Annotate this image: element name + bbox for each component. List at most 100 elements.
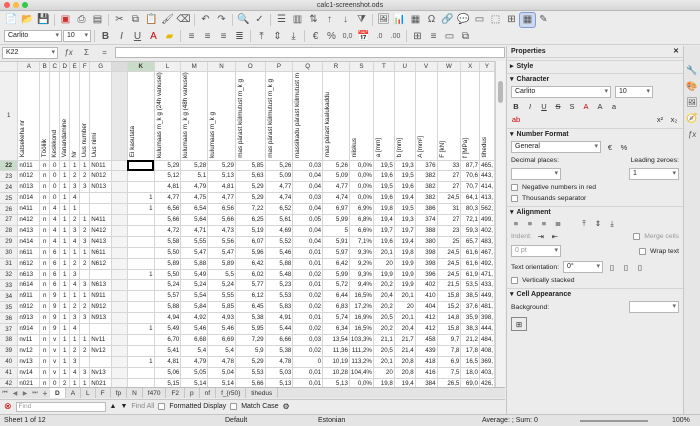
cell[interactable]: 19,5 <box>373 181 395 194</box>
first-sheet-icon[interactable]: ⏮ <box>0 388 10 398</box>
row-header[interactable]: 1 <box>0 71 19 161</box>
cell[interactable]: 1 <box>59 323 71 335</box>
align-middle-icon[interactable]: ⇕ <box>270 29 285 43</box>
cell[interactable]: 410 <box>415 290 438 303</box>
cell[interactable]: 4,77 <box>154 192 182 205</box>
row-header[interactable]: 31 <box>0 258 19 270</box>
header-cell[interactable]: b [mm] <box>394 71 416 161</box>
cell[interactable]: 19,3 <box>394 160 416 172</box>
cell[interactable]: 1 <box>59 160 71 172</box>
cell[interactable]: 404 <box>415 301 438 314</box>
cell[interactable]: 19,8 <box>394 247 416 259</box>
sheet-tab[interactable]: F2 <box>166 388 186 398</box>
cell[interactable]: 374 <box>415 214 438 226</box>
cell[interactable]: nv11 <box>17 334 41 346</box>
header-cell[interactable]: Keskkond <box>49 71 61 161</box>
cell[interactable]: 5,28 <box>180 160 209 172</box>
cell[interactable]: 382 <box>415 181 438 194</box>
cell[interactable]: 2 <box>79 225 91 237</box>
cell[interactable]: 0,05 <box>292 214 324 226</box>
superscript-icon[interactable]: x² <box>655 115 665 124</box>
cell[interactable]: 9,7 <box>437 334 462 346</box>
sidebar-strikethrough-icon[interactable]: S <box>553 102 563 111</box>
print-icon[interactable]: ⎙ <box>74 13 89 27</box>
cell[interactable]: n611 <box>17 247 41 259</box>
sheet-tab[interactable]: fp <box>111 388 128 398</box>
sheet-tab[interactable]: A <box>66 388 82 398</box>
cell[interactable]: n <box>39 236 51 248</box>
cell[interactable]: 1 <box>59 203 71 216</box>
cell[interactable]: 458 <box>415 334 438 346</box>
cell[interactable] <box>89 269 113 281</box>
cell[interactable]: 9 <box>49 323 61 335</box>
cell[interactable]: 19,7 <box>373 225 395 237</box>
cell[interactable] <box>127 290 155 303</box>
column-header[interactable]: B <box>39 62 51 72</box>
cell[interactable] <box>127 312 155 325</box>
gallery-deck-icon[interactable]: 🖼 <box>686 96 698 108</box>
column-header[interactable]: E <box>69 62 81 72</box>
sb-align-top-icon[interactable]: ⤒ <box>579 219 589 228</box>
clone-formatting-icon[interactable]: 🖌 <box>160 13 175 27</box>
cell[interactable] <box>127 334 155 346</box>
cell[interactable]: 6,68 <box>180 334 209 346</box>
column-header[interactable]: L <box>154 62 182 72</box>
sheet-tab[interactable]: f470 <box>143 388 167 398</box>
spreadsheet-grid[interactable]: ABCDEFGKLMNOPQRSTUVWXY 1 Katsekeha nr Tööl… <box>0 61 495 394</box>
row-icon[interactable]: ☰ <box>274 13 289 27</box>
cell[interactable]: 5,38 <box>235 312 266 325</box>
number-format-combo[interactable]: General <box>511 141 601 153</box>
cell[interactable]: n612 <box>17 258 41 270</box>
cell[interactable]: 7,29 <box>235 334 266 346</box>
cell[interactable]: 1 <box>127 323 155 335</box>
cell[interactable] <box>79 192 91 205</box>
find-all-button[interactable]: Find All <box>131 403 154 410</box>
cell[interactable]: Nv13 <box>89 367 113 379</box>
border-color-icon[interactable]: ▭ <box>442 29 457 43</box>
cell[interactable]: 20,1 <box>373 356 395 368</box>
cell[interactable]: 6 <box>49 247 61 259</box>
cell[interactable]: 6,9 <box>437 356 462 368</box>
cell[interactable]: 31 <box>437 203 462 216</box>
cell[interactable]: 20,2 <box>373 323 395 335</box>
cell[interactable]: 5,47 <box>207 247 236 259</box>
cell[interactable]: 5,52 <box>265 236 294 248</box>
cell[interactable]: 3 <box>79 236 91 248</box>
cell[interactable] <box>127 225 155 237</box>
cell[interactable]: 4,77 <box>207 192 236 205</box>
cell[interactable]: 21,5 <box>437 279 462 292</box>
column-header[interactable] <box>111 62 128 72</box>
cell[interactable]: 398, <box>479 312 495 325</box>
cell[interactable]: n <box>39 214 51 226</box>
cell[interactable]: 4,78 <box>207 356 236 368</box>
cell[interactable]: 433, <box>479 279 495 292</box>
cell[interactable]: 5,13 <box>207 170 236 183</box>
header-cell[interactable]: massikadu pärast külmutust m g <box>292 71 324 161</box>
cell[interactable]: 5,41 <box>154 345 182 357</box>
cell[interactable]: 382 <box>415 170 438 183</box>
row-header[interactable]: 30 <box>0 247 19 259</box>
cell[interactable]: 1 <box>59 301 71 314</box>
undo-icon[interactable]: ↶ <box>198 13 213 27</box>
sheet-tab[interactable]: L <box>81 388 96 398</box>
sidebar-currency-icon[interactable]: € <box>605 143 615 152</box>
align-top-icon[interactable]: ⤒ <box>254 29 269 43</box>
cell[interactable]: 16,9% <box>349 312 374 325</box>
cell[interactable]: N913 <box>89 312 113 325</box>
italic-icon[interactable]: I <box>114 29 129 43</box>
column-header[interactable]: S <box>349 62 374 72</box>
page-style[interactable]: Default <box>225 417 247 424</box>
decrease-indent-icon[interactable]: ⇤ <box>550 232 560 241</box>
cell[interactable]: 20,1 <box>394 312 416 325</box>
formula-icon[interactable]: = <box>97 46 112 60</box>
cell[interactable]: 6,52 <box>265 203 294 216</box>
cell[interactable] <box>89 356 113 368</box>
cell[interactable]: 6,97 <box>322 203 350 216</box>
cell[interactable]: 5,4 <box>180 345 209 357</box>
cell[interactable]: 1 <box>59 345 71 357</box>
cell[interactable]: 5,84 <box>180 301 209 314</box>
cell[interactable]: 396 <box>415 269 438 281</box>
cell[interactable]: 6,8% <box>349 214 374 226</box>
cell[interactable]: 5,46 <box>180 323 209 335</box>
cell[interactable]: 5,26 <box>322 160 350 172</box>
